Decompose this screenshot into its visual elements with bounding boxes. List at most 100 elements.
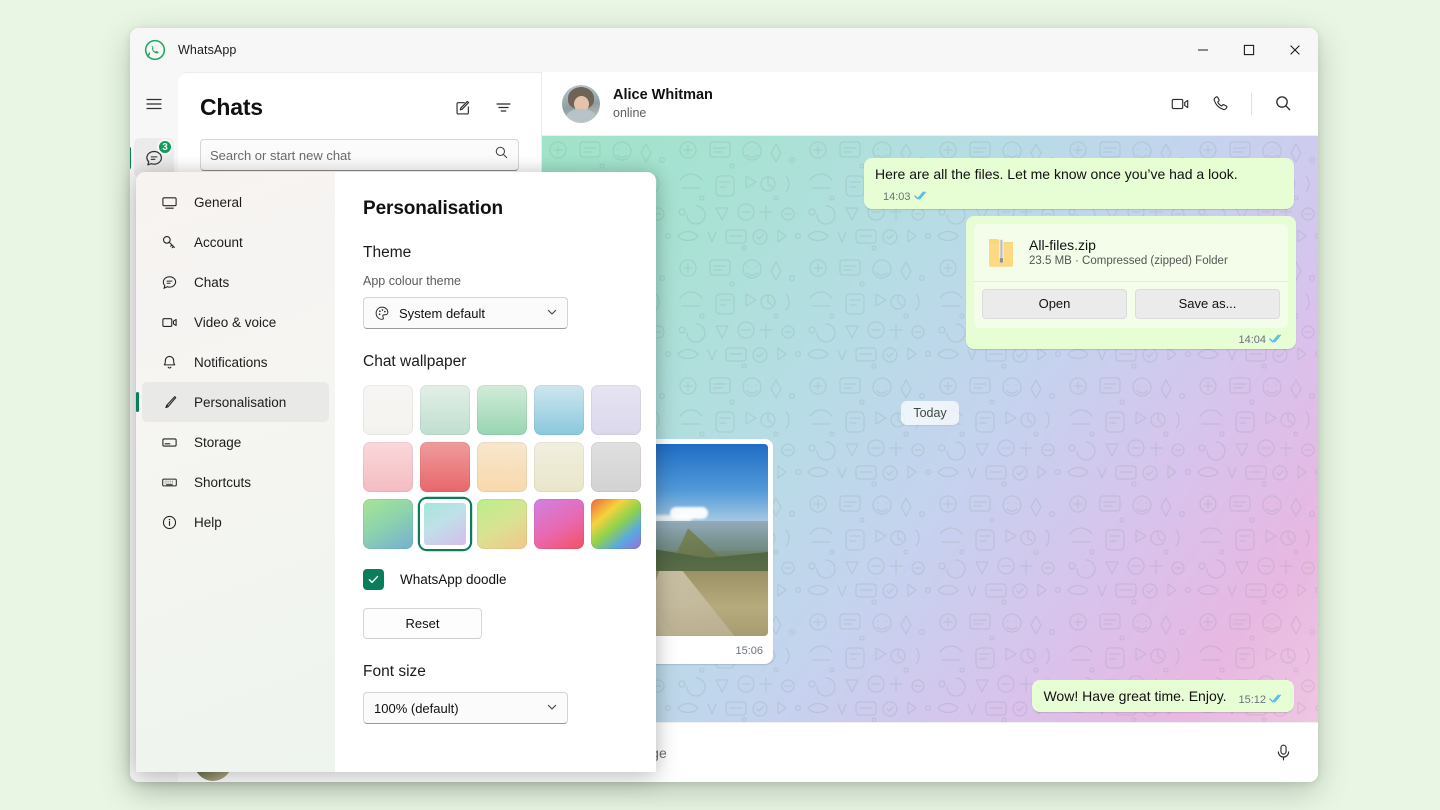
avatar[interactable] bbox=[562, 85, 600, 123]
desktop-background: WhatsApp bbox=[0, 0, 1440, 810]
keyboard-icon bbox=[158, 474, 180, 491]
wallpaper-swatch-grey[interactable] bbox=[591, 442, 641, 492]
sidebar-item-chats[interactable]: Chats bbox=[142, 262, 329, 302]
save-as-button[interactable]: Save as... bbox=[1135, 289, 1280, 319]
compose-new-chat-icon[interactable] bbox=[447, 91, 479, 123]
wallpaper-swatch-green[interactable] bbox=[477, 385, 527, 435]
message-text: Wow! Have great time. Enjoy. bbox=[1043, 688, 1226, 704]
search-input[interactable] bbox=[210, 148, 494, 163]
chat-wallpaper: Here are all the files. Let me know once… bbox=[542, 136, 1318, 722]
wallpaper-swatch-cream[interactable] bbox=[534, 442, 584, 492]
close-button[interactable] bbox=[1272, 28, 1318, 72]
sidebar-item-label: Chats bbox=[194, 275, 229, 290]
chats-unread-badge: 3 bbox=[157, 139, 173, 155]
filter-chats-icon[interactable] bbox=[487, 91, 519, 123]
chat-list-actions bbox=[447, 91, 519, 123]
app-colour-theme-label: App colour theme bbox=[363, 274, 628, 288]
double-check-read-icon bbox=[1269, 333, 1284, 347]
theme-heading: Theme bbox=[363, 244, 628, 262]
message-time: 14:03 bbox=[883, 190, 911, 205]
window-controls bbox=[1180, 28, 1318, 72]
wallpaper-swatch-peach[interactable] bbox=[477, 442, 527, 492]
palette-icon bbox=[374, 305, 390, 321]
chat-bubble-icon bbox=[158, 274, 180, 291]
zip-folder-icon bbox=[987, 235, 1015, 269]
sidebar-item-label: General bbox=[194, 195, 242, 210]
open-file-button[interactable]: Open bbox=[982, 289, 1127, 319]
message-text: Here are all the files. Let me know once… bbox=[875, 166, 1238, 182]
sidebar-item-label: Video & voice bbox=[194, 315, 276, 330]
app-colour-theme-select[interactable]: System default bbox=[363, 297, 568, 329]
contact-meta[interactable]: Alice Whitman online bbox=[613, 86, 713, 122]
sidebar-item-video-voice[interactable]: Video & voice bbox=[142, 302, 329, 342]
sidebar-item-label: Account bbox=[194, 235, 243, 250]
double-check-read-icon bbox=[1269, 693, 1284, 709]
maximize-button[interactable] bbox=[1226, 28, 1272, 72]
message-bubble-out[interactable]: Here are all the files. Let me know once… bbox=[864, 158, 1294, 209]
sidebar-item-help[interactable]: Help bbox=[142, 502, 329, 542]
paintbrush-icon bbox=[158, 394, 180, 411]
whatsapp-doodle-checkbox[interactable] bbox=[363, 569, 384, 590]
file-info: All-files.zip 23.5 MB · Compressed (zipp… bbox=[1029, 237, 1228, 267]
wallpaper-swatch-violet-pink[interactable] bbox=[534, 499, 584, 549]
day-label: Today bbox=[901, 401, 958, 425]
whatsapp-doodle-row[interactable]: WhatsApp doodle bbox=[363, 569, 628, 590]
sidebar-item-label: Shortcuts bbox=[194, 475, 251, 490]
wallpaper-swatch-off-white[interactable] bbox=[363, 385, 413, 435]
message-time: 15:06 bbox=[735, 645, 763, 657]
wallpaper-swatch-lavender[interactable] bbox=[591, 385, 641, 435]
wallpaper-swatch-lime-sand[interactable] bbox=[477, 499, 527, 549]
sidebar-item-general[interactable]: General bbox=[142, 182, 329, 222]
message-bubble-out[interactable]: Wow! Have great time. Enjoy. 15:12 bbox=[1032, 680, 1294, 712]
font-size-heading: Font size bbox=[363, 663, 628, 681]
wallpaper-swatch-rainbow[interactable] bbox=[591, 499, 641, 549]
minimize-button[interactable] bbox=[1180, 28, 1226, 72]
info-circle-icon bbox=[158, 514, 180, 531]
reset-button[interactable]: Reset bbox=[363, 608, 482, 639]
message-time: 15:12 bbox=[1238, 693, 1266, 708]
video-camera-icon bbox=[158, 314, 180, 331]
wallpaper-swatch-red[interactable] bbox=[420, 442, 470, 492]
meta-wrap: 14:04 bbox=[1238, 333, 1284, 347]
file-card-actions: Open Save as... bbox=[974, 281, 1288, 328]
sidebar-item-personalisation[interactable]: Personalisation bbox=[142, 382, 329, 422]
window-titlebar: WhatsApp bbox=[130, 28, 1318, 72]
conversation-pane: Alice Whitman online bbox=[542, 72, 1318, 782]
sidebar-item-label: Personalisation bbox=[194, 395, 286, 410]
conversation-actions bbox=[1163, 87, 1300, 121]
font-size-select[interactable]: 100% (default) bbox=[363, 692, 568, 724]
settings-nav: General Account Chats Video & voice bbox=[136, 172, 335, 772]
message-meta: 15:12 bbox=[1238, 693, 1284, 709]
whatsapp-logo-icon bbox=[142, 37, 168, 63]
wallpaper-swatch-pale-pink[interactable] bbox=[363, 442, 413, 492]
sidebar-item-account[interactable]: Account bbox=[142, 222, 329, 262]
microphone-icon[interactable] bbox=[1266, 736, 1300, 770]
message-bubble-file[interactable]: All-files.zip 23.5 MB · Compressed (zipp… bbox=[966, 216, 1296, 349]
search-in-chat-icon[interactable] bbox=[1266, 87, 1300, 121]
contact-name: Alice Whitman bbox=[613, 86, 713, 104]
wallpaper-swatch-blue[interactable] bbox=[534, 385, 584, 435]
message-time: 14:04 bbox=[1238, 334, 1266, 346]
search-icon bbox=[494, 145, 509, 165]
sidebar-item-label: Notifications bbox=[194, 355, 268, 370]
font-size-value: 100% (default) bbox=[374, 701, 459, 716]
settings-content: Personalisation Theme App colour theme S… bbox=[335, 172, 656, 772]
voice-call-icon[interactable] bbox=[1203, 87, 1237, 121]
sidebar-item-storage[interactable]: Storage bbox=[142, 422, 329, 462]
sidebar-item-shortcuts[interactable]: Shortcuts bbox=[142, 462, 329, 502]
storage-card-icon bbox=[158, 434, 180, 451]
message-composer[interactable]: Type a message bbox=[542, 722, 1318, 782]
search-chats-box[interactable] bbox=[200, 139, 519, 171]
message-meta: 14:03 bbox=[883, 190, 929, 206]
day-divider: Today bbox=[901, 401, 958, 425]
hamburger-menu-icon[interactable] bbox=[134, 84, 174, 124]
wallpaper-swatch-green-blue[interactable] bbox=[363, 499, 413, 549]
sidebar-item-label: Help bbox=[194, 515, 222, 530]
message-meta: 14:04 bbox=[974, 328, 1288, 346]
video-call-icon[interactable] bbox=[1163, 87, 1197, 121]
chevron-down-icon bbox=[546, 306, 558, 321]
wallpaper-swatch-pale-mint[interactable] bbox=[420, 385, 470, 435]
wallpaper-swatch-teal-lilac[interactable] bbox=[420, 499, 470, 549]
sidebar-item-notifications[interactable]: Notifications bbox=[142, 342, 329, 382]
window-title: WhatsApp bbox=[178, 43, 236, 57]
